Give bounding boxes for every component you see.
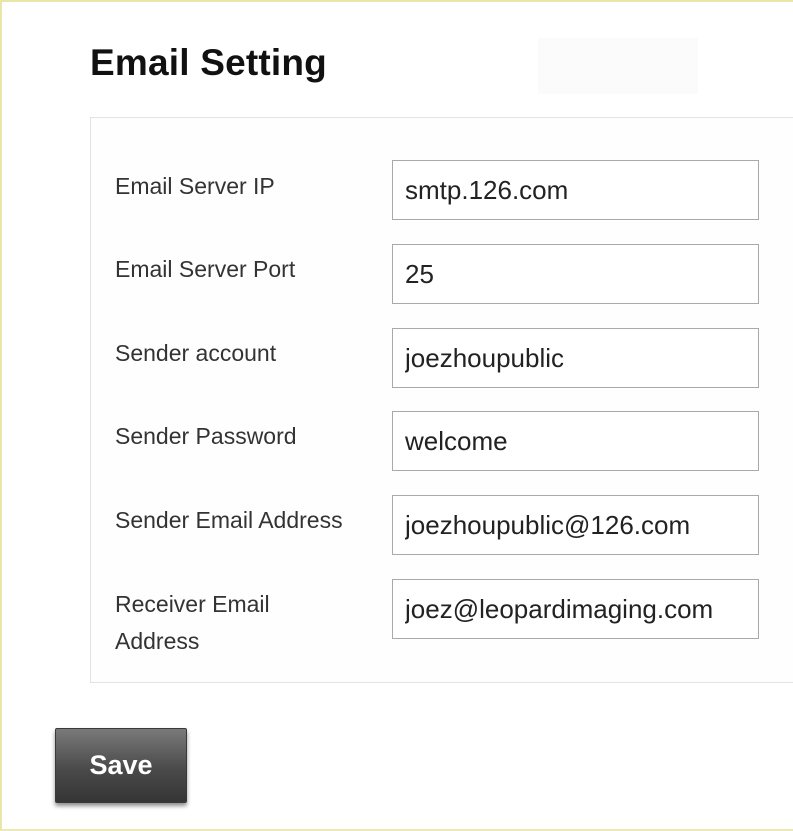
- receiver-email-address-label: Receiver Email Address: [115, 591, 270, 654]
- sender-email-address-label: Sender Email Address: [115, 507, 343, 533]
- sender-password-label: Sender Password: [115, 423, 297, 449]
- sender-password-input[interactable]: [392, 411, 759, 471]
- email-server-port-input[interactable]: [392, 244, 759, 304]
- sender-account-label: Sender account: [115, 340, 277, 366]
- page-title: Email Setting: [90, 42, 327, 83]
- email-server-port-label: Email Server Port: [115, 256, 296, 282]
- email-server-ip-input[interactable]: [392, 160, 759, 220]
- email-server-ip-label: Email Server IP: [115, 173, 275, 199]
- header-placeholder: [538, 38, 698, 94]
- sender-email-address-input[interactable]: [392, 495, 759, 555]
- save-button[interactable]: Save: [55, 728, 187, 803]
- sender-account-input[interactable]: [392, 328, 759, 388]
- receiver-email-address-input[interactable]: [392, 579, 759, 639]
